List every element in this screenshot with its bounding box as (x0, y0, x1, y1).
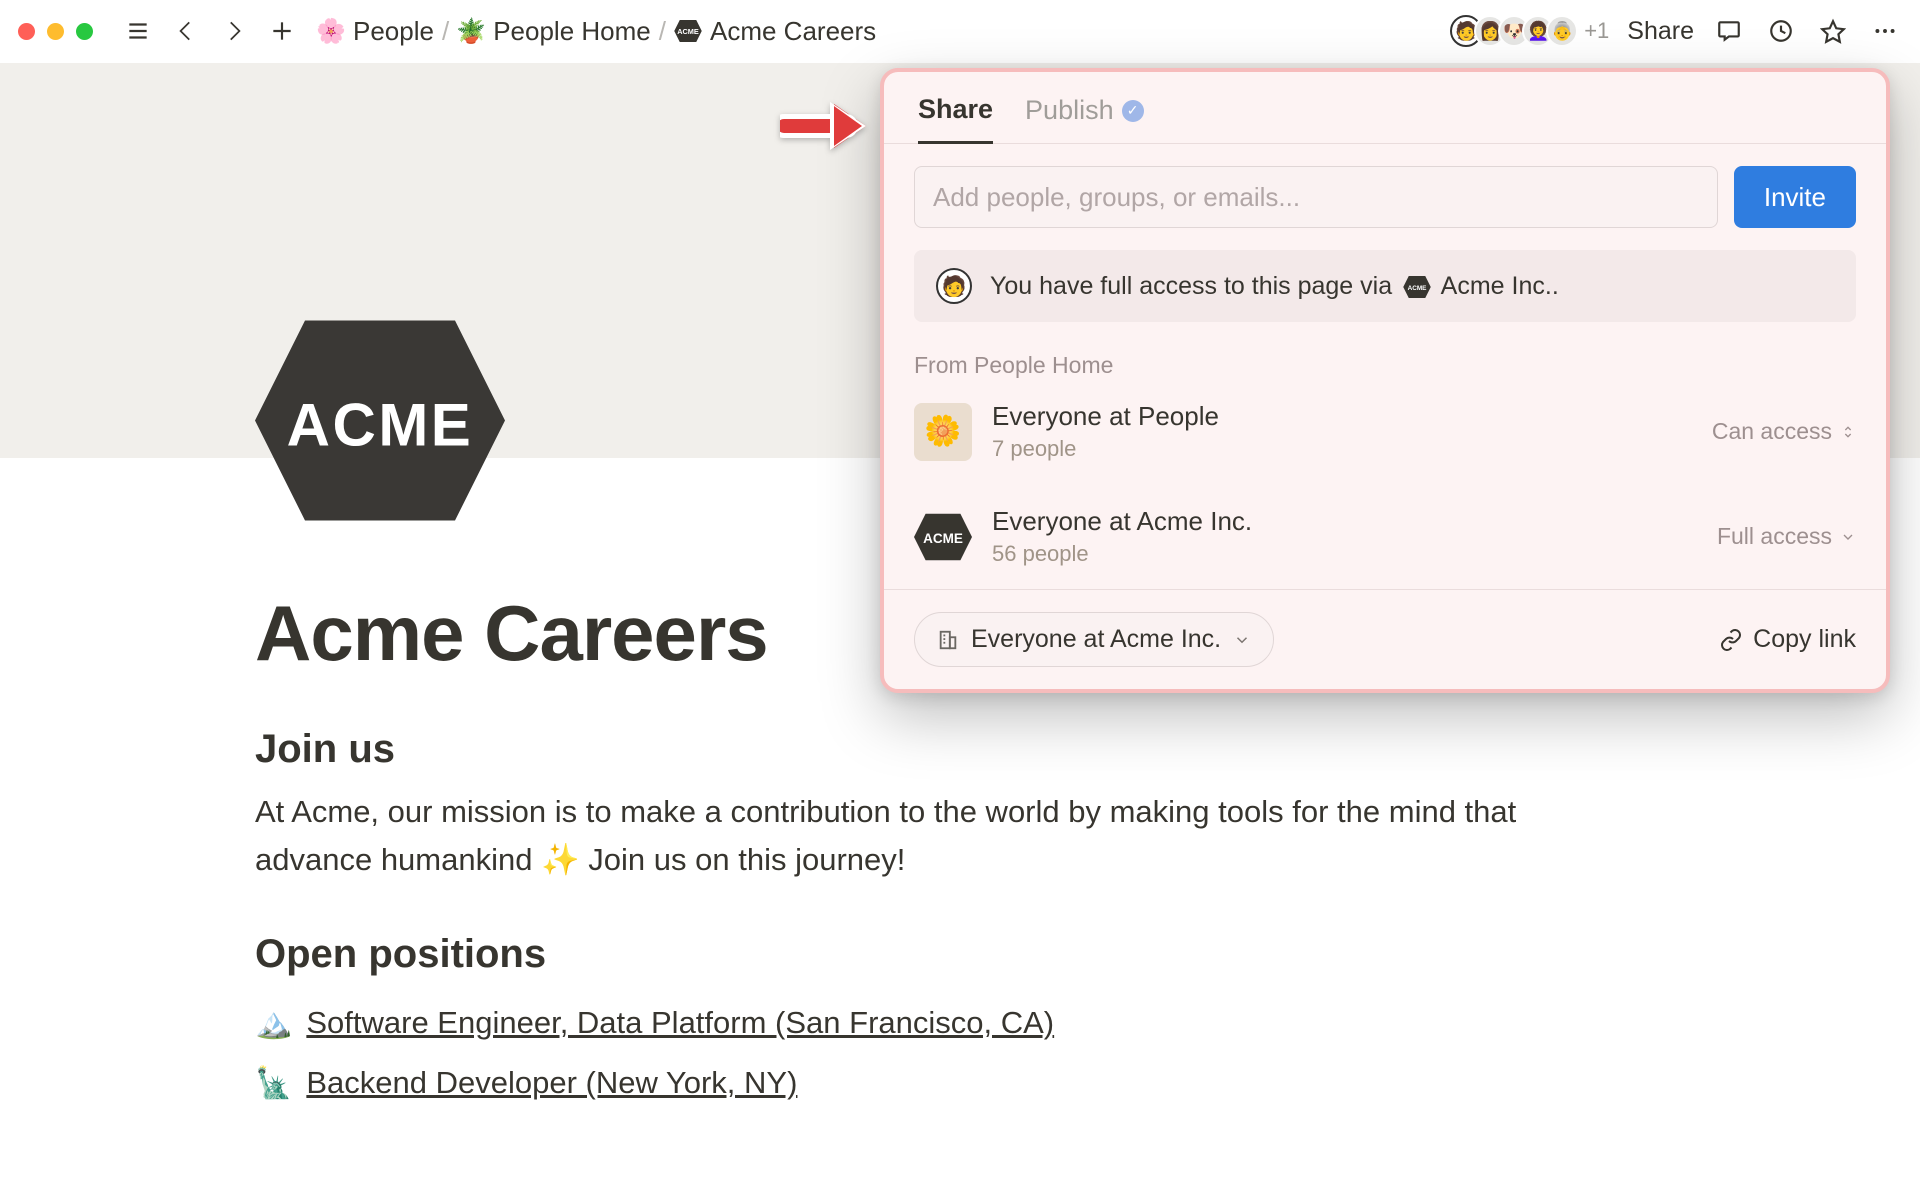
member-sub: 56 people (992, 541, 1252, 567)
tab-label: Publish (1025, 95, 1114, 126)
menu-icon[interactable] (121, 14, 155, 48)
breadcrumb-sep: / (659, 16, 666, 47)
svg-text:ACME: ACME (923, 530, 963, 545)
more-icon[interactable] (1868, 14, 1902, 48)
permission-select[interactable]: Can access (1712, 418, 1856, 445)
join-body: At Acme, our mission is to make a contri… (255, 788, 1540, 884)
forward-icon[interactable] (217, 14, 251, 48)
section-label: From People Home (914, 352, 1856, 379)
building-icon (937, 629, 959, 651)
tab-label: Share (918, 94, 993, 125)
titlebar: 🌸 People / 🪴 People Home / ACME Acme Car… (0, 0, 1920, 63)
close-window[interactable] (18, 23, 35, 40)
presence-avatars[interactable]: 🧑 👩 🐶 👩‍🦱 👵 +1 (1450, 15, 1609, 47)
acme-badge-icon: ACME (674, 17, 702, 45)
position-link[interactable]: Backend Developer (New York, NY) (306, 1065, 797, 1101)
svg-text:ACME: ACME (677, 27, 699, 36)
mountain-icon: 🏔️ (255, 1006, 292, 1041)
permission-label: Can access (1712, 418, 1832, 445)
copy-link-label: Copy link (1753, 625, 1856, 654)
nav-buttons (121, 14, 299, 48)
tab-share[interactable]: Share (918, 94, 993, 144)
back-icon[interactable] (169, 14, 203, 48)
member-name: Everyone at People (992, 401, 1219, 432)
flower-icon: 🌸 (317, 17, 345, 45)
member-name: Everyone at Acme Inc. (992, 506, 1252, 537)
audience-label: Everyone at Acme Inc. (971, 625, 1221, 654)
share-button[interactable]: Share (1627, 17, 1694, 46)
breadcrumb-label: People (353, 16, 434, 47)
breadcrumb-sep: / (442, 16, 449, 47)
acme-badge-icon: ACME (1403, 276, 1431, 298)
svg-text:ACME: ACME (1408, 285, 1428, 292)
maximize-window[interactable] (76, 23, 93, 40)
sort-icon (1840, 424, 1856, 440)
share-footer: Everyone at Acme Inc. Copy link (884, 589, 1886, 689)
star-icon[interactable] (1816, 14, 1850, 48)
share-body: Invite 🧑 You have full access to this pa… (884, 144, 1886, 589)
access-org: Acme Inc. (1441, 272, 1552, 300)
access-pre: You have full access to this page via (990, 272, 1392, 300)
breadcrumb-item-acme-careers[interactable]: ACME Acme Careers (674, 16, 876, 47)
share-tabs: Share Publish ✓ (884, 72, 1886, 144)
breadcrumb-label: People Home (493, 16, 651, 47)
share-member-row: ACME Everyone at Acme Inc. 56 people Ful… (914, 484, 1856, 589)
avatar: 👵 (1546, 15, 1578, 47)
published-check-icon: ✓ (1122, 100, 1144, 122)
minimize-window[interactable] (47, 23, 64, 40)
breadcrumb: 🌸 People / 🪴 People Home / ACME Acme Car… (317, 16, 876, 47)
link-icon (1719, 628, 1743, 652)
tab-publish[interactable]: Publish ✓ (1025, 94, 1144, 143)
comments-icon[interactable] (1712, 14, 1746, 48)
chevron-down-icon (1840, 529, 1856, 545)
heading-join-us: Join us (255, 727, 1540, 772)
breadcrumb-label: Acme Careers (710, 16, 876, 47)
user-face-icon: 🧑 (936, 268, 972, 304)
invite-row: Invite (914, 166, 1856, 228)
svg-text:ACME: ACME (287, 392, 474, 459)
group-flower-icon: 🌼 (914, 403, 972, 461)
access-notice: 🧑 You have full access to this page via … (914, 250, 1856, 322)
acme-badge-icon: ACME (914, 508, 972, 566)
window-controls (18, 23, 93, 40)
share-popover: Share Publish ✓ Invite 🧑 You have full a… (880, 68, 1890, 693)
access-text: You have full access to this page via AC… (990, 272, 1559, 301)
position-item[interactable]: 🗽 Backend Developer (New York, NY) (255, 1053, 1540, 1113)
invite-button[interactable]: Invite (1734, 166, 1856, 228)
positions-list: 🏔️ Software Engineer, Data Platform (San… (255, 993, 1540, 1113)
plant-icon: 🪴 (457, 17, 485, 45)
breadcrumb-item-people-home[interactable]: 🪴 People Home (457, 16, 651, 47)
permission-select[interactable]: Full access (1717, 523, 1856, 550)
history-icon[interactable] (1764, 14, 1798, 48)
position-item[interactable]: 🏔️ Software Engineer, Data Platform (San… (255, 993, 1540, 1053)
permission-label: Full access (1717, 523, 1832, 550)
share-member-row: 🌼 Everyone at People 7 people Can access (914, 379, 1856, 484)
heading-open-positions: Open positions (255, 932, 1540, 977)
topbar-right: 🧑 👩 🐶 👩‍🦱 👵 +1 Share (1450, 14, 1902, 48)
audience-select[interactable]: Everyone at Acme Inc. (914, 612, 1274, 667)
new-tab-icon[interactable] (265, 14, 299, 48)
liberty-icon: 🗽 (255, 1066, 292, 1101)
share-popover-wrap: Share Publish ✓ Invite 🧑 You have full a… (880, 68, 1890, 693)
invite-input[interactable] (914, 166, 1718, 228)
presence-more: +1 (1584, 18, 1609, 44)
copy-link-button[interactable]: Copy link (1719, 625, 1856, 654)
member-sub: 7 people (992, 436, 1219, 462)
callout-arrow-icon (780, 96, 870, 156)
position-link[interactable]: Software Engineer, Data Platform (San Fr… (306, 1005, 1054, 1041)
chevron-down-icon (1233, 631, 1251, 649)
page-icon[interactable]: ACME (255, 308, 505, 533)
breadcrumb-item-people[interactable]: 🌸 People (317, 16, 434, 47)
